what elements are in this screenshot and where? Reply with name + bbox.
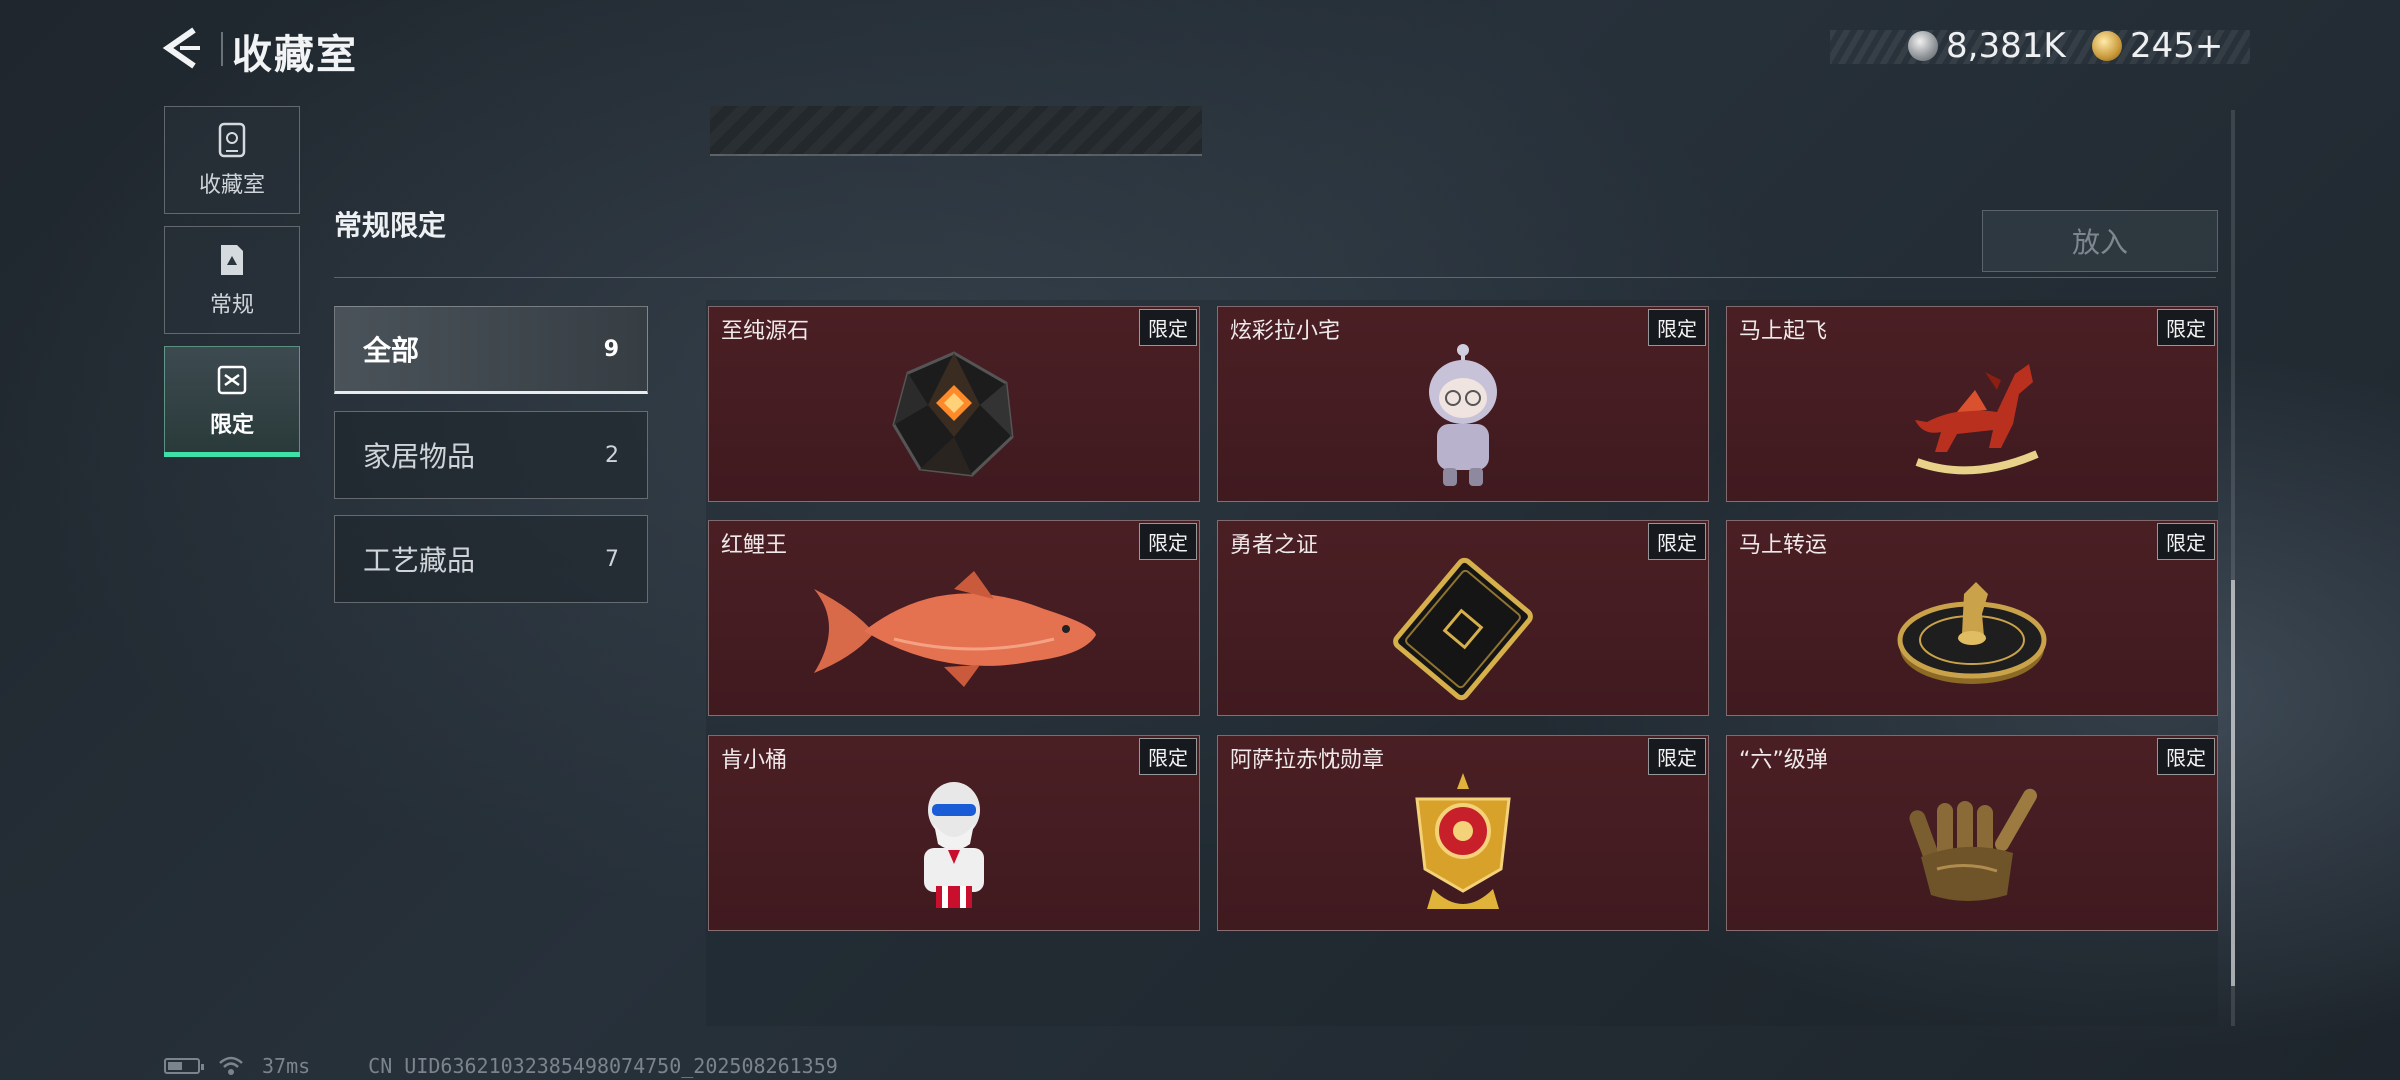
currency-gold-value: 245+ xyxy=(2130,26,2224,66)
item-card-red-carp[interactable]: 红鲤王 限定 xyxy=(708,520,1200,716)
silver-coin-icon xyxy=(1908,31,1938,61)
filter-count: 2 xyxy=(605,442,619,468)
currency-gold[interactable]: 245+ xyxy=(2092,26,2223,66)
rocking-horse-icon xyxy=(1915,364,2039,475)
back-arrow-icon xyxy=(162,27,200,69)
bullet-hand-icon xyxy=(1909,788,2037,901)
item-card-brave-card[interactable]: 勇者之证 限定 xyxy=(1217,520,1709,716)
filter-count: 7 xyxy=(605,546,619,572)
sidebar-item-label: 限定 xyxy=(209,413,254,438)
item-card-rocking-horse[interactable]: 马上起飞 限定 xyxy=(1726,306,2218,502)
item-card-bullet-hand[interactable]: “六”级弹 限定 xyxy=(1726,735,2218,931)
figurine-icon xyxy=(1429,344,1497,486)
scrollbar-thumb[interactable] xyxy=(2231,580,2235,986)
top-display-slot xyxy=(710,106,1202,156)
wifi-icon xyxy=(219,1056,243,1075)
page-title: 收藏室 xyxy=(232,32,358,78)
filter-label: 全部 xyxy=(363,334,420,367)
header-divider xyxy=(221,32,223,66)
filter-count: 9 xyxy=(603,336,619,362)
gold-coin-icon xyxy=(2092,31,2122,61)
section-divider xyxy=(334,277,2216,278)
fortune-wheel-icon xyxy=(1897,582,2047,684)
item-card-colonel-bust[interactable]: 肯小桶 限定 xyxy=(708,735,1200,931)
limited-icon xyxy=(217,365,247,395)
filter-home-items[interactable]: 家居物品 2 xyxy=(334,411,648,499)
sidebar-item-collection-room[interactable]: 收藏室 xyxy=(164,106,300,214)
filter-all[interactable]: 全部 9 xyxy=(334,306,648,394)
currency-silver-value: 8,381K xyxy=(1946,26,2066,66)
regular-doc-icon xyxy=(221,245,243,275)
section-title: 常规限定 xyxy=(334,209,447,242)
item-card-source-stone[interactable]: 至纯源石 限定 xyxy=(708,306,1200,502)
uid-text: CN UID63621032385498074750_202508261359 xyxy=(368,1054,838,1078)
sidebar-item-label: 收藏室 xyxy=(198,173,265,198)
collection-room-icon xyxy=(218,122,246,158)
source-stone-icon xyxy=(892,351,1014,477)
currency-silver: 8,381K xyxy=(1908,26,2066,66)
status-footer: 37ms CN UID63621032385498074750_20250826… xyxy=(164,1054,838,1078)
ping-text: 37ms xyxy=(262,1054,311,1078)
sidebar-item-regular[interactable]: 常规 xyxy=(164,226,300,334)
item-card-fortune-wheel[interactable]: 马上转运 限定 xyxy=(1726,520,2218,716)
red-carp-icon xyxy=(814,571,1096,687)
colonel-bust-icon xyxy=(924,782,984,908)
medal-icon xyxy=(1415,773,1511,909)
item-card-medal[interactable]: 阿萨拉赤忱勋章 限定 xyxy=(1217,735,1709,931)
sidebar-item-limited[interactable]: 限定 xyxy=(164,346,300,457)
sidebar-item-label: 常规 xyxy=(209,293,254,318)
brave-card-icon xyxy=(1393,557,1533,701)
put-in-button[interactable]: 放入 xyxy=(1982,210,2218,272)
filter-label: 家居物品 xyxy=(363,440,476,473)
filter-crafts[interactable]: 工艺藏品 7 xyxy=(334,515,648,603)
item-card-figurine[interactable]: 炫彩拉小宅 限定 xyxy=(1217,306,1709,502)
battery-icon xyxy=(164,1058,204,1074)
filter-label: 工艺藏品 xyxy=(363,544,476,577)
back-button[interactable] xyxy=(160,26,210,70)
